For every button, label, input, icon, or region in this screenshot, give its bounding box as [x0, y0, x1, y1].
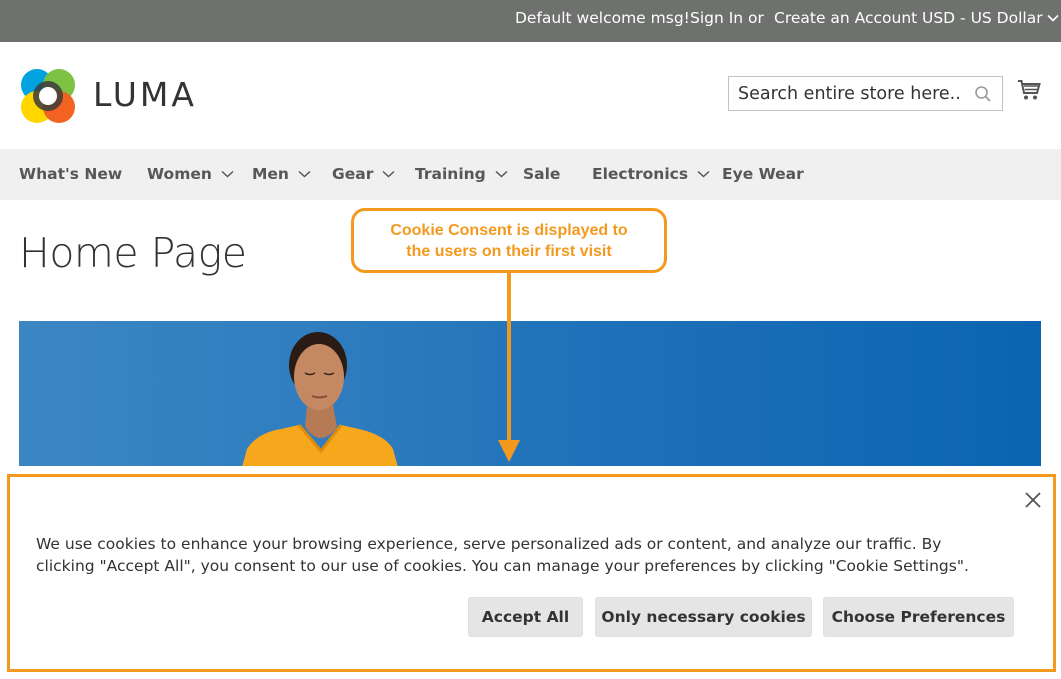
search-icon[interactable]: [974, 85, 992, 103]
arrow-down-icon: [498, 440, 520, 462]
only-necessary-cookies-button[interactable]: Only necessary cookies: [595, 597, 812, 637]
chevron-down-icon: [221, 170, 234, 178]
chevron-down-icon: [298, 170, 311, 178]
create-account-link[interactable]: Create an Account: [774, 9, 917, 27]
nav-item-men[interactable]: Men: [252, 165, 311, 183]
close-icon[interactable]: [1023, 490, 1043, 510]
nav-item-label: Men: [252, 165, 289, 183]
annotation-line-2: the users on their first visit: [406, 243, 612, 260]
nav-item-electronics[interactable]: Electronics: [592, 165, 710, 183]
site-header: LUMA: [0, 42, 1061, 149]
main-navigation: What's New Women Men Gear Training Sale …: [0, 149, 1061, 200]
top-bar: Default welcome msg! Sign In or Create a…: [0, 0, 1061, 42]
cookie-consent-text: We use cookies to enhance your browsing …: [36, 535, 969, 575]
chevron-down-icon: [697, 170, 710, 178]
chevron-down-icon: [382, 170, 395, 178]
or-separator: or: [748, 9, 764, 27]
welcome-message: Default welcome msg!: [515, 9, 690, 27]
chevron-down-icon: [1047, 14, 1059, 22]
nav-item-label: Sale: [523, 165, 561, 183]
currency-switcher[interactable]: USD - US Dollar: [922, 9, 1059, 27]
cart-icon[interactable]: [1017, 78, 1041, 102]
nav-item-label: What's New: [19, 165, 123, 183]
accept-all-button[interactable]: Accept All: [468, 597, 583, 637]
sign-in-link[interactable]: Sign In: [690, 9, 743, 27]
nav-item-label: Training: [415, 165, 486, 183]
nav-item-label: Gear: [332, 165, 374, 183]
search-input[interactable]: [729, 77, 959, 110]
chevron-down-icon: [495, 170, 508, 178]
nav-item-whats-new[interactable]: What's New: [19, 165, 122, 183]
nav-item-eye-wear[interactable]: Eye Wear: [722, 165, 804, 183]
luma-logo-icon[interactable]: [19, 67, 77, 125]
page-title: Home Page: [19, 229, 247, 277]
hero-woman-image: [241, 332, 399, 471]
nav-item-training[interactable]: Training: [415, 165, 508, 183]
annotation-callout: Cookie Consent is displayed to the users…: [351, 208, 667, 273]
logo-text[interactable]: LUMA: [93, 75, 197, 114]
nav-item-sale[interactable]: Sale: [523, 165, 560, 183]
annotation-arrow-line: [507, 273, 511, 443]
search-box[interactable]: [728, 76, 1003, 111]
nav-item-label: Women: [147, 165, 212, 183]
choose-preferences-button[interactable]: Choose Preferences: [823, 597, 1014, 637]
hero-banner[interactable]: [19, 321, 1041, 471]
nav-item-label: Electronics: [592, 165, 689, 183]
annotation-line-1: Cookie Consent is displayed to: [390, 222, 628, 239]
nav-item-women[interactable]: Women: [147, 165, 234, 183]
currency-label: USD - US Dollar: [922, 9, 1043, 27]
nav-item-gear[interactable]: Gear: [332, 165, 395, 183]
nav-item-label: Eye Wear: [722, 165, 804, 183]
